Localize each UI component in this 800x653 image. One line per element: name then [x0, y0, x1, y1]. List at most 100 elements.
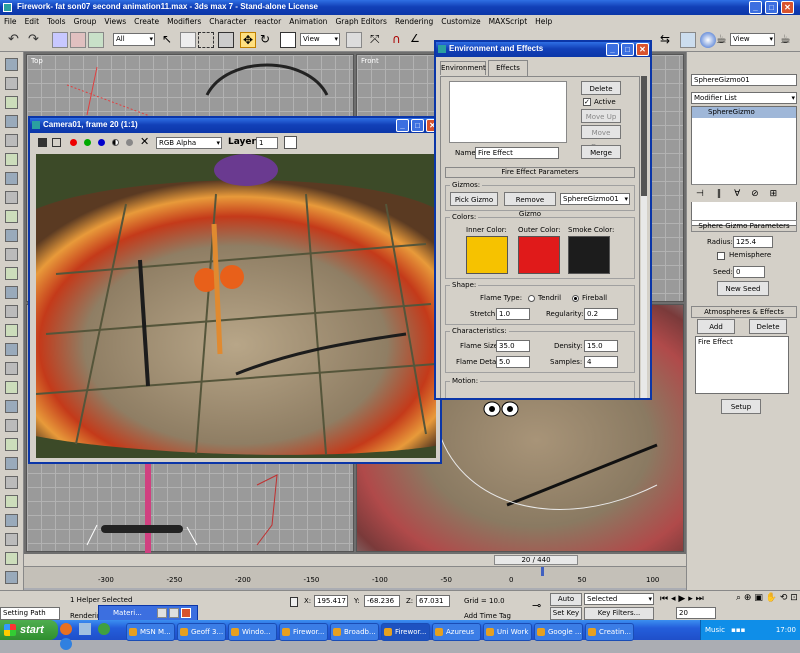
app-title-bar[interactable]: Firework- fat son07 second animation11.m…	[0, 0, 800, 15]
tool-utilities-icon[interactable]	[5, 153, 18, 166]
taskbar-item[interactable]: Geoff 3...	[177, 623, 226, 641]
maxscript-listener[interactable]: Setting Path	[0, 607, 60, 620]
modifier-list-dropdown[interactable]: Modifier List ▾	[691, 92, 797, 104]
remove-gizmo-button[interactable]: Remove Gizmo	[504, 192, 556, 218]
setup-button[interactable]: Setup	[721, 399, 761, 414]
tool-motion-icon[interactable]	[5, 115, 18, 128]
effects-list-item[interactable]: Fire Effect	[696, 337, 788, 347]
bind-spacewarp-icon[interactable]	[88, 32, 104, 48]
tool-dynamics-icon[interactable]	[5, 362, 18, 375]
taskbar-item[interactable]: MSN M...	[126, 623, 175, 641]
material-mini-close-icon[interactable]	[181, 608, 191, 618]
menu-edit[interactable]: Edit	[25, 15, 40, 28]
tool-particle-icon[interactable]	[5, 305, 18, 318]
material-mini-minimize-icon[interactable]	[157, 608, 167, 618]
redo-icon[interactable]: ↷	[28, 32, 44, 48]
prev-frame-icon[interactable]: ◂	[671, 594, 676, 604]
move-down-button[interactable]: Move Down	[581, 125, 621, 151]
env-title-bar[interactable]: Environment and Effects _ □ ✕	[436, 42, 650, 57]
add-time-tag[interactable]: Add Time Tag	[464, 612, 511, 620]
music-label[interactable]: Music	[705, 626, 725, 634]
select-manipulate-icon[interactable]: ⤧	[370, 32, 386, 48]
tool-spacewarp-icon[interactable]	[5, 229, 18, 242]
stretch-spinner[interactable]: 1.0	[496, 308, 530, 320]
active-checkbox[interactable]: ✓	[583, 98, 591, 106]
taskbar-item[interactable]: Uni Work	[483, 623, 532, 641]
mono-icon[interactable]	[112, 139, 119, 146]
env-close-icon[interactable]: ✕	[636, 43, 649, 56]
time-slider[interactable]: 20 / 440	[494, 555, 578, 565]
blue-channel-icon[interactable]	[98, 139, 105, 146]
tool-hierarchy-icon[interactable]	[5, 96, 18, 109]
tool-modify-icon[interactable]	[5, 77, 18, 90]
menu-help[interactable]: Help	[535, 15, 552, 28]
undo-icon[interactable]: ↶	[8, 32, 24, 48]
align-icon[interactable]	[680, 32, 696, 48]
x-coordinate-field[interactable]: 195.417	[314, 595, 348, 607]
link-icon[interactable]	[52, 32, 68, 48]
menu-animation[interactable]: Animation	[289, 15, 327, 28]
outer-color-swatch[interactable]	[518, 236, 560, 274]
maximize-icon[interactable]: □	[765, 1, 778, 14]
tool-shape-icon[interactable]	[5, 286, 18, 299]
delete-button[interactable]: Delete	[749, 319, 787, 334]
tool-nurbs-icon[interactable]	[5, 419, 18, 432]
desktop-icon[interactable]	[78, 623, 91, 635]
taskbar-item[interactable]: Google ...	[534, 623, 583, 641]
camera-maximize-icon[interactable]: □	[411, 119, 424, 132]
next-frame-icon[interactable]: ▸	[688, 594, 693, 604]
tool-create-icon[interactable]	[5, 58, 18, 71]
modifier-stack[interactable]: SphereGizmo	[691, 106, 797, 226]
density-spinner[interactable]: 15.0	[584, 340, 618, 352]
unlink-icon[interactable]	[70, 32, 86, 48]
zoom-extents-icon[interactable]: ▣	[754, 593, 763, 603]
modifier-stack-item[interactable]: SphereGizmo	[692, 107, 796, 118]
make-unique-icon[interactable]: ∀	[734, 189, 740, 199]
taskbar-item[interactable]: Windo...	[228, 623, 277, 641]
sphere-gizmo-rollout-title[interactable]: Sphere Gizmo Parameters	[691, 220, 797, 232]
green-channel-icon[interactable]	[84, 139, 91, 146]
pivot-icon[interactable]	[346, 32, 362, 48]
material-mini-maximize-icon[interactable]	[169, 608, 179, 618]
seed-spinner[interactable]: 0	[733, 266, 765, 278]
key-selection-dropdown[interactable]: Selected ▾	[584, 593, 654, 605]
samples-spinner[interactable]: 4	[584, 356, 618, 368]
taskbar-item[interactable]: Azureus	[432, 623, 481, 641]
tool-patch-icon[interactable]	[5, 400, 18, 413]
menu-customize[interactable]: Customize	[441, 15, 480, 28]
menu-modifiers[interactable]: Modifiers	[167, 15, 201, 28]
tool-system-icon[interactable]	[5, 248, 18, 261]
hemisphere-checkbox[interactable]	[717, 252, 725, 260]
menu-group[interactable]: Group	[74, 15, 97, 28]
env-scrollbar[interactable]	[641, 76, 647, 398]
rect-region-icon[interactable]	[198, 32, 214, 48]
goto-end-icon[interactable]: ⏭	[696, 594, 704, 604]
auto-key-button[interactable]: Auto Key	[550, 593, 582, 614]
firefox-icon[interactable]	[60, 623, 72, 635]
y-coordinate-field[interactable]: -68.236	[364, 595, 400, 607]
menu-reactor[interactable]: reactor	[254, 15, 281, 28]
minimize-icon[interactable]: _	[749, 1, 762, 14]
messenger-icon[interactable]	[97, 623, 110, 635]
configure-sets-icon[interactable]: ⊞	[770, 189, 778, 199]
menu-character[interactable]: Character	[209, 15, 246, 28]
clone-window-icon[interactable]	[52, 138, 61, 147]
window-crossing-icon[interactable]	[218, 32, 234, 48]
arc-rotate-icon[interactable]: ⟲	[780, 593, 788, 603]
taskbar-item[interactable]: Firewor...	[381, 623, 430, 641]
tool-schematic-icon[interactable]	[5, 552, 18, 565]
pan-icon[interactable]: ✋	[766, 593, 777, 603]
menu-graph-editors[interactable]: Graph Editors	[335, 15, 387, 28]
material-editor-icon[interactable]	[700, 32, 716, 48]
current-frame-field[interactable]: 20	[676, 607, 716, 619]
tool-display-icon[interactable]	[5, 134, 18, 147]
remove-modifier-icon[interactable]: ⊘	[751, 189, 759, 199]
track-bar[interactable]: -300 -250 -200 -150 -100 -50 0 50 100	[24, 566, 686, 588]
render-type-dropdown[interactable]: View ▾	[730, 33, 775, 46]
viewport-front-label[interactable]: Front	[361, 57, 379, 65]
clear-icon[interactable]: ✕	[140, 135, 149, 148]
material-editor-mini-window[interactable]: Materi...	[98, 605, 198, 621]
select-object-icon[interactable]: ↖	[162, 32, 178, 48]
atmospheres-rollout-title[interactable]: Atmospheres & Effects	[691, 306, 797, 318]
tool-light-icon[interactable]	[5, 172, 18, 185]
